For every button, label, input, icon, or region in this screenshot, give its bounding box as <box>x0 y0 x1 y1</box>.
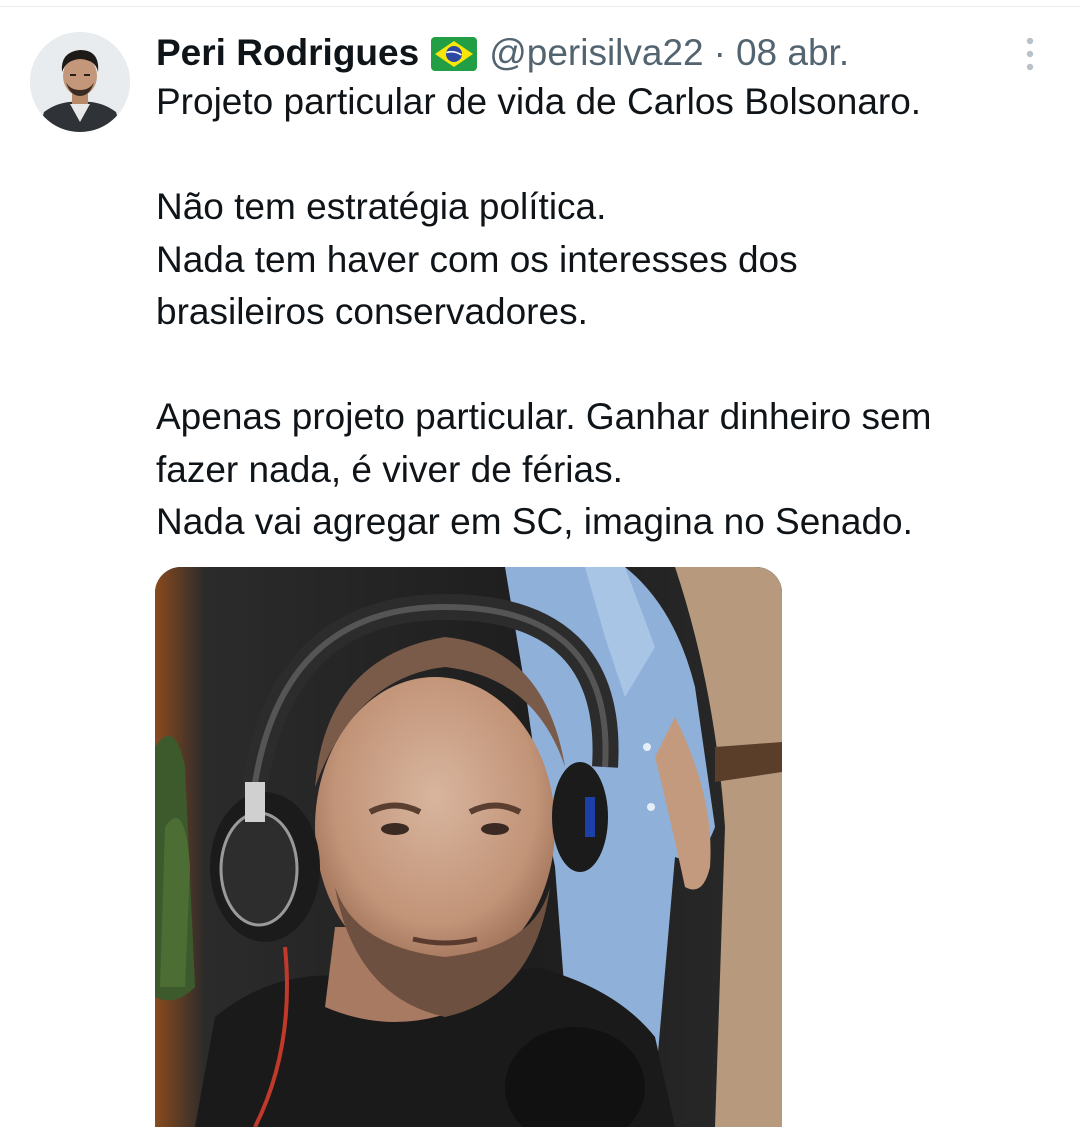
vertical-ellipsis-icon <box>1026 37 1034 71</box>
tweet-body: Projeto particular de vida de Carlos Bol… <box>156 76 1056 549</box>
brazil-flag-icon <box>431 37 478 71</box>
separator-dot: · <box>713 32 726 73</box>
tweet-text-line: brasileiros conservadores. <box>156 291 588 332</box>
avatar-photo <box>30 32 130 132</box>
tweet-header: Peri Rodrigues @perisilva22 · 08 abr. <box>156 30 849 76</box>
tweet-date[interactable]: 08 abr. <box>736 32 849 74</box>
author-display-name[interactable]: Peri Rodrigues <box>156 32 419 74</box>
tweet-media-video-thumbnail[interactable] <box>155 567 782 1127</box>
tweet-text-line: Nada vai agregar em SC, imagina no Senad… <box>156 501 913 542</box>
tweet-text-line: Não tem estratégia política. <box>156 186 607 227</box>
tweet-text-line: Nada tem haver com os interesses dos <box>156 238 798 280</box>
video-frame-image <box>155 567 782 1127</box>
author-handle[interactable]: @perisilva22 <box>489 32 703 74</box>
tweet-text-line: Apenas projeto particular. Ganhar dinhei… <box>156 396 932 437</box>
avatar[interactable] <box>30 32 130 132</box>
tweet-text-line: fazer nada, é viver de férias. <box>156 448 623 490</box>
tweet[interactable]: Peri Rodrigues @perisilva22 · 08 abr. Pr… <box>0 0 1080 1127</box>
more-options-button[interactable] <box>1010 34 1050 74</box>
tweet-text-line: Projeto particular de vida de Carlos Bol… <box>156 81 922 122</box>
